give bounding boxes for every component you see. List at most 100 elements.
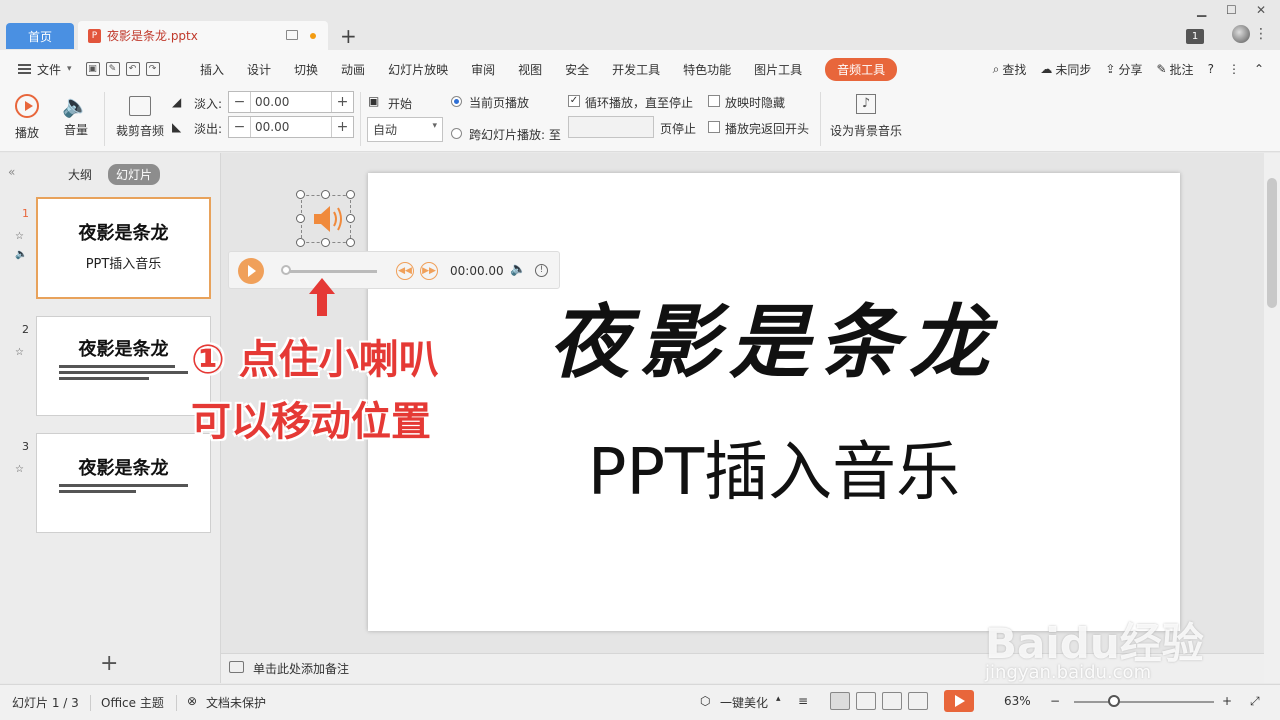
document-tab[interactable]: P 夜影是条龙.pptx xyxy=(78,21,328,50)
scrollbar-thumb[interactable] xyxy=(1267,178,1277,308)
notes-toggle-icon[interactable]: ≡ xyxy=(798,694,808,708)
help-icon[interactable]: ? xyxy=(1208,62,1214,76)
comment-button[interactable]: ✎ 批注 xyxy=(1156,61,1193,78)
info-icon[interactable]: ! xyxy=(535,264,548,277)
tab-picture-tools[interactable]: 图片工具 xyxy=(754,61,802,78)
tab-insert[interactable]: 插入 xyxy=(200,61,224,78)
slide-canvas[interactable]: 夜影是条龙 PPT插入音乐 xyxy=(368,173,1180,631)
fade-out-decrease-button[interactable]: − xyxy=(229,117,251,137)
redo-icon[interactable]: ↷ xyxy=(145,62,160,76)
add-slide-button[interactable]: + xyxy=(100,651,118,676)
one-click-beautify-button[interactable]: 一键美化 xyxy=(720,694,768,711)
save-icon[interactable]: ▣ xyxy=(85,62,100,76)
set-background-music-button[interactable]: ♪ 设为背景音乐 xyxy=(828,94,904,139)
rewind-icon[interactable]: ◀◀ xyxy=(396,262,414,280)
chevron-down-icon[interactable]: ▾ xyxy=(67,64,72,74)
collapse-panel-icon[interactable]: « xyxy=(8,165,15,179)
new-tab-button[interactable]: + xyxy=(340,24,357,48)
tab-transition[interactable]: 切换 xyxy=(294,61,318,78)
animation-star-icon: ☆ xyxy=(15,347,24,358)
slide-thumbnail[interactable]: 夜影是条龙 xyxy=(36,433,211,533)
window-count-badge[interactable]: 1 xyxy=(1186,29,1204,44)
resize-handle[interactable] xyxy=(296,190,305,199)
vertical-scrollbar[interactable] xyxy=(1264,153,1280,683)
chevron-up-icon[interactable]: ▴ xyxy=(776,694,781,704)
slide-thumbnail[interactable]: 夜影是条龙 xyxy=(36,316,211,416)
find-button[interactable]: ⌕ 查找 xyxy=(993,61,1027,78)
theme-name[interactable]: Office 主题 xyxy=(101,694,164,711)
avatar[interactable] xyxy=(1232,25,1250,43)
hide-while-showing-checkbox[interactable] xyxy=(708,95,720,107)
resize-handle[interactable] xyxy=(321,238,330,247)
tab-slideshow[interactable]: 幻灯片放映 xyxy=(388,61,448,78)
tab-view[interactable]: 视图 xyxy=(518,61,542,78)
annotation-line-2: 可以移动位置 xyxy=(191,399,431,445)
tab-design[interactable]: 设计 xyxy=(247,61,271,78)
hamburger-menu-icon[interactable] xyxy=(18,64,31,74)
speaker-icon: 🔈 xyxy=(62,94,90,119)
share-button[interactable]: ⇪ 分享 xyxy=(1105,61,1142,78)
home-tab[interactable]: 首页 xyxy=(6,23,74,49)
tab-audio-tools[interactable]: 音频工具 xyxy=(825,57,898,81)
loop-checkbox[interactable]: ✓ xyxy=(568,95,580,107)
zoom-out-icon[interactable]: − xyxy=(1050,694,1060,708)
tab-features[interactable]: 特色功能 xyxy=(683,61,731,78)
stop-page-stepper[interactable] xyxy=(568,116,654,138)
zoom-level[interactable]: 63% xyxy=(1004,694,1031,708)
resize-handle[interactable] xyxy=(296,214,305,223)
slide-subtitle[interactable]: PPT插入音乐 xyxy=(368,421,1180,513)
resize-handle[interactable] xyxy=(346,214,355,223)
tab-developer[interactable]: 开发工具 xyxy=(612,61,660,78)
screen-icon[interactable] xyxy=(286,30,298,40)
tab-animation[interactable]: 动画 xyxy=(341,61,365,78)
collapse-ribbon-icon[interactable]: ⌃ xyxy=(1254,62,1264,76)
trim-audio-button[interactable]: 裁剪音频 xyxy=(112,94,168,139)
player-play-button[interactable] xyxy=(238,258,264,284)
close-icon[interactable]: ✕ xyxy=(1256,3,1266,17)
across-slides-radio[interactable] xyxy=(451,128,462,139)
more-icon[interactable]: ⋮ xyxy=(1228,62,1240,76)
presenter-view-icon[interactable] xyxy=(908,692,928,710)
tab-slides[interactable]: 幻灯片 xyxy=(108,164,161,185)
maximize-icon[interactable]: ☐ xyxy=(1226,3,1237,17)
audio-object[interactable] xyxy=(296,190,355,247)
more-options-icon[interactable]: ⋮ xyxy=(1254,26,1268,42)
zoom-knob[interactable] xyxy=(1108,695,1120,707)
normal-view-icon[interactable] xyxy=(830,692,850,710)
fade-in-stepper[interactable]: − 00.00 + xyxy=(228,91,354,113)
fade-in-decrease-button[interactable]: − xyxy=(229,92,251,112)
playback-knob[interactable] xyxy=(281,265,291,275)
fast-forward-icon[interactable]: ▶▶ xyxy=(420,262,438,280)
play-button[interactable]: 播放 xyxy=(12,94,42,141)
minimize-icon[interactable]: ▁ xyxy=(1197,3,1206,17)
fade-in-increase-button[interactable]: + xyxy=(331,92,353,112)
current-page-radio[interactable] xyxy=(451,96,462,107)
protection-status[interactable]: 文档未保护 xyxy=(206,694,266,711)
zoom-slider[interactable] xyxy=(1074,701,1214,703)
undo-icon[interactable]: ↶ xyxy=(125,62,140,76)
playback-track[interactable] xyxy=(285,270,377,273)
slide-title[interactable]: 夜影是条龙 xyxy=(368,278,1180,394)
fade-out-stepper[interactable]: − 00.00 + xyxy=(228,116,354,138)
fit-window-icon[interactable]: ⤢ xyxy=(1250,694,1260,709)
start-mode-select[interactable]: 自动 ▾ xyxy=(367,117,443,142)
slideshow-play-button[interactable] xyxy=(944,690,974,712)
fade-out-increase-button[interactable]: + xyxy=(331,117,353,137)
tab-review[interactable]: 审阅 xyxy=(471,61,495,78)
tab-security[interactable]: 安全 xyxy=(565,61,589,78)
slide-thumbnail[interactable]: 夜影是条龙 PPT插入音乐 xyxy=(36,197,211,299)
rewind-checkbox[interactable] xyxy=(708,121,720,133)
resize-handle[interactable] xyxy=(346,190,355,199)
player-volume-icon[interactable]: 🔈 xyxy=(510,262,526,277)
tab-outline[interactable]: 大纲 xyxy=(60,164,100,185)
sync-button[interactable]: ☁ 未同步 xyxy=(1040,61,1091,78)
resize-handle[interactable] xyxy=(346,238,355,247)
format-painter-icon[interactable]: ✎ xyxy=(105,62,120,76)
zoom-in-icon[interactable]: + xyxy=(1222,694,1232,708)
resize-handle[interactable] xyxy=(296,238,305,247)
file-menu[interactable]: 文件 xyxy=(37,61,61,78)
resize-handle[interactable] xyxy=(321,190,330,199)
reading-view-icon[interactable] xyxy=(882,692,902,710)
volume-button[interactable]: 🔈 音量 xyxy=(56,94,96,138)
slide-sorter-view-icon[interactable] xyxy=(856,692,876,710)
